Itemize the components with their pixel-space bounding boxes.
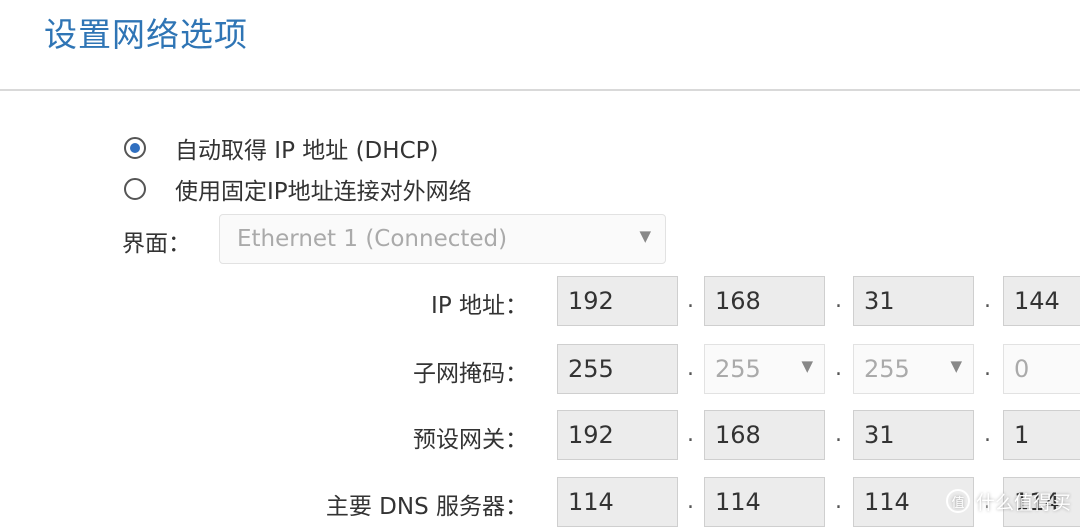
gateway-separator: . xyxy=(835,422,842,447)
dropdown-caret-icon: ▼ xyxy=(639,227,651,245)
radio-button-checked-icon[interactable] xyxy=(124,137,146,159)
subnet-octet-1[interactable]: 255 xyxy=(557,344,678,394)
watermark: 值 什么值得买 xyxy=(946,486,1071,516)
subnet-octet-3-value: 255 xyxy=(864,355,910,383)
radio-dhcp[interactable]: 自动取得 IP 地址 (DHCP) xyxy=(124,133,439,164)
page-title: 设置网络选项 xyxy=(44,15,248,54)
ip-separator: . xyxy=(687,288,694,313)
gateway-octet-4[interactable]: 1 xyxy=(1003,410,1080,460)
subnet-octet-3-select[interactable]: 255 ▼ xyxy=(853,344,974,394)
divider xyxy=(0,89,1080,91)
subnet-mask-label: 子网掩码： xyxy=(413,361,528,387)
ip-separator: . xyxy=(835,288,842,313)
subnet-separator: . xyxy=(984,356,991,381)
ip-octet-3[interactable]: 31 xyxy=(853,276,974,326)
watermark-text: 什么值得买 xyxy=(976,491,1072,514)
radio-dhcp-label: 自动取得 IP 地址 (DHCP) xyxy=(175,138,439,164)
subnet-separator: . xyxy=(835,356,842,381)
primary-dns-label: 主要 DNS 服务器： xyxy=(325,494,528,520)
ip-octet-2[interactable]: 168 xyxy=(704,276,825,326)
ip-octet-1[interactable]: 192 xyxy=(557,276,678,326)
subnet-octet-4-value: 0 xyxy=(1014,355,1030,383)
ip-address-label: IP 地址： xyxy=(431,293,528,319)
dropdown-caret-icon: ▼ xyxy=(950,357,962,375)
gateway-separator: . xyxy=(984,422,991,447)
gateway-octet-3[interactable]: 31 xyxy=(853,410,974,460)
interface-value: Ethernet 1 (Connected) xyxy=(237,226,508,252)
subnet-octet-2-select[interactable]: 255 ▼ xyxy=(704,344,825,394)
subnet-separator: . xyxy=(687,356,694,381)
ip-octet-4[interactable]: 144 xyxy=(1003,276,1080,326)
dns-separator: . xyxy=(687,489,694,514)
ip-separator: . xyxy=(984,288,991,313)
radio-static[interactable]: 使用固定IP地址连接对外网络 xyxy=(124,174,472,205)
subnet-octet-4-select[interactable]: 0 xyxy=(1003,344,1080,394)
interface-select[interactable]: Ethernet 1 (Connected) ▼ xyxy=(219,214,666,264)
interface-label: 界面： xyxy=(122,231,191,257)
dns-octet-2[interactable]: 114 xyxy=(704,477,825,527)
subnet-octet-2-value: 255 xyxy=(715,355,761,383)
radio-static-label: 使用固定IP地址连接对外网络 xyxy=(175,179,472,205)
gateway-octet-1[interactable]: 192 xyxy=(557,410,678,460)
gateway-label: 预设网关： xyxy=(413,427,528,453)
radio-button-icon[interactable] xyxy=(124,178,146,200)
dns-octet-1[interactable]: 114 xyxy=(557,477,678,527)
zhi-logo-icon: 值 xyxy=(946,489,970,513)
dns-separator: . xyxy=(835,489,842,514)
gateway-separator: . xyxy=(687,422,694,447)
dropdown-caret-icon: ▼ xyxy=(801,357,813,375)
gateway-octet-2[interactable]: 168 xyxy=(704,410,825,460)
